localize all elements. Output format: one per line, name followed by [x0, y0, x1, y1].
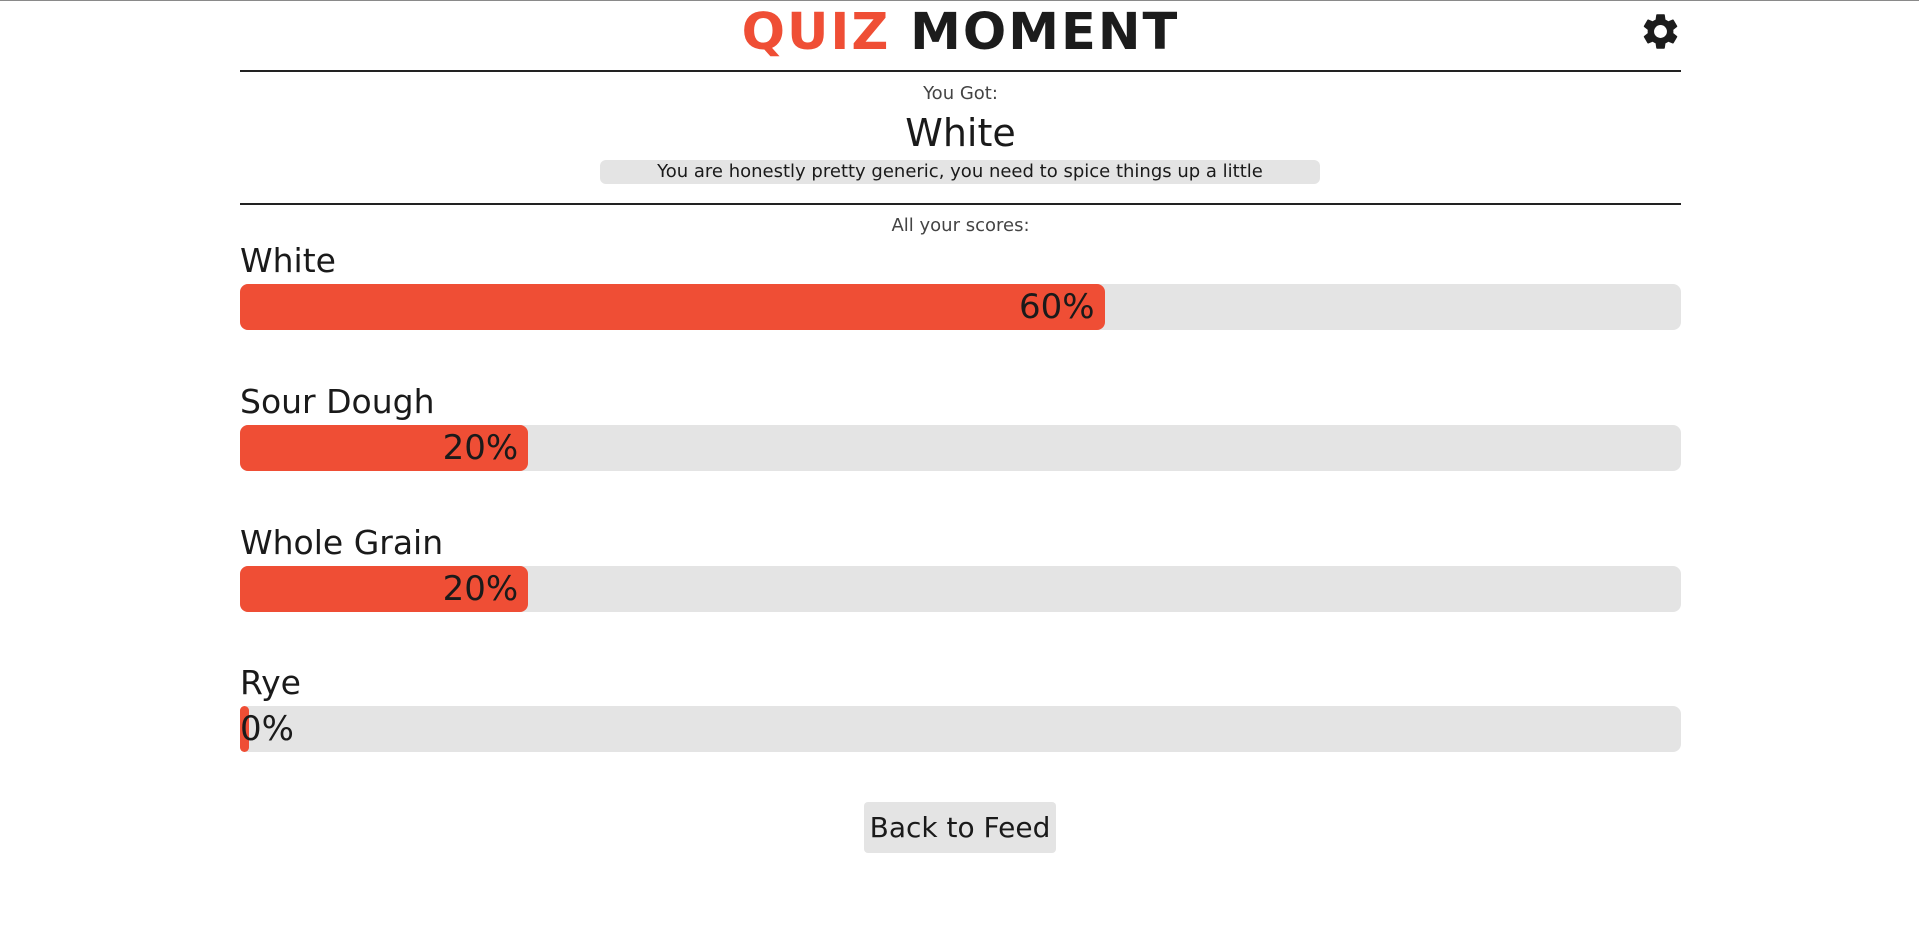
score-label: Rye	[240, 663, 301, 702]
result-intro: You Got:	[923, 83, 998, 104]
score-bar-track: 20%	[240, 425, 1681, 471]
logo: QUIZ MOMENT	[240, 5, 1681, 61]
header: QUIZ MOMENT	[240, 0, 1681, 72]
logo-moment: MOMENT	[910, 3, 1180, 62]
score-percent: 60%	[1019, 287, 1095, 327]
score-label: White	[240, 241, 336, 280]
score-bar-track: 60%	[240, 284, 1681, 330]
scores-heading: All your scores:	[891, 215, 1030, 236]
score-label: Whole Grain	[240, 523, 444, 562]
score-item: Rye 0%	[240, 665, 1681, 752]
score-percent: 0%	[240, 709, 294, 749]
score-item: White 60%	[240, 243, 1681, 330]
back-to-feed-button[interactable]: Back to Feed	[864, 802, 1056, 853]
result-name: White	[905, 111, 1016, 155]
score-percent: 20%	[442, 428, 519, 468]
score-bar-track: 0%	[240, 706, 1681, 752]
score-bar-fill	[240, 284, 1105, 330]
score-item: Whole Grain 20%	[240, 525, 1681, 612]
score-label: Sour Dough	[240, 382, 435, 421]
logo-quiz: QUIZ	[741, 3, 891, 62]
gear-icon[interactable]	[1639, 10, 1682, 53]
main-container: QUIZ MOMENT You Got: White You are hones…	[240, 0, 1681, 853]
score-bar-track: 20%	[240, 566, 1681, 612]
score-item: Sour Dough 20%	[240, 384, 1681, 471]
result-description: You are honestly pretty generic, you nee…	[600, 160, 1320, 184]
score-percent: 20%	[442, 569, 519, 609]
result-section: You Got: White You are honestly pretty g…	[240, 72, 1681, 205]
